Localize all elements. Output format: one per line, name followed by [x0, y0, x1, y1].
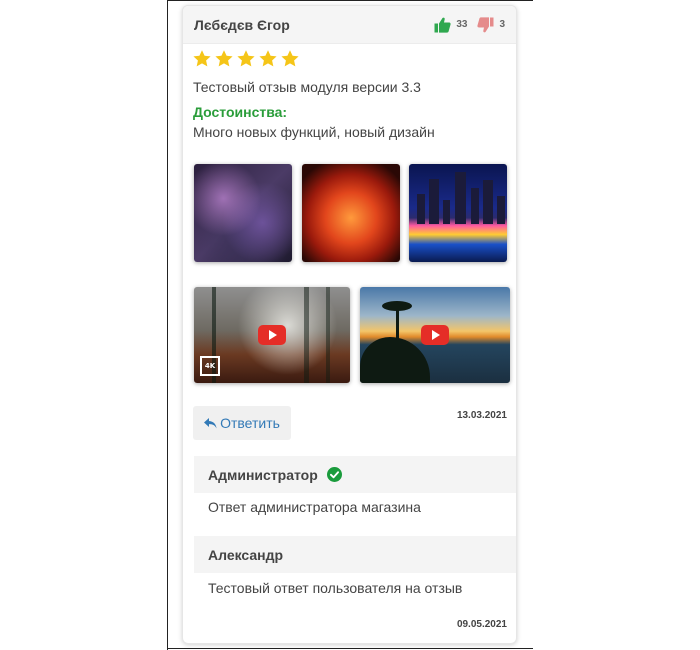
star-icon — [215, 50, 233, 67]
like-count: 33 — [456, 19, 468, 30]
photo-thumbnail-nebula[interactable] — [194, 164, 292, 262]
tree-trunk — [304, 287, 309, 383]
star-icon — [281, 50, 299, 67]
reply-label: Ответить — [220, 415, 280, 431]
review-header: Лєбєдєв Єгор 33 3 — [183, 6, 516, 44]
star-icon — [237, 50, 255, 67]
answer-date: 09.05.2021 — [456, 619, 507, 630]
video-thumbnail-forest[interactable]: 4K — [194, 287, 350, 383]
like-button[interactable]: 33 — [434, 17, 467, 33]
thumbs-down-icon — [477, 16, 494, 32]
video-thumbnail-coast[interactable] — [360, 287, 510, 383]
tree-crown — [382, 301, 412, 311]
city-building — [429, 179, 439, 224]
pros-title: Достоинства: — [193, 104, 288, 120]
photo-thumbnail-sun[interactable] — [302, 164, 400, 262]
answer-author-header: Администратор — [194, 456, 516, 493]
city-building — [443, 200, 450, 224]
city-building — [497, 196, 505, 224]
review-card: Лєбєдєв Єгор 33 3 Тестовый отзыв модуля … — [182, 5, 517, 644]
frame-border-top — [167, 0, 533, 1]
reply-button[interactable]: Ответить — [193, 406, 291, 440]
dislike-button[interactable]: 3 — [477, 16, 505, 33]
review-text: Тестовый отзыв модуля версии 3.3 — [193, 79, 421, 95]
city-building — [483, 180, 493, 224]
answer-text: Тестовый ответ пользователя на отзыв — [208, 580, 463, 596]
star-icon — [193, 50, 211, 67]
city-building — [455, 172, 466, 224]
review-author: Лєбєдєв Єгор — [194, 16, 290, 33]
check-circle-icon — [326, 467, 342, 482]
youtube-play-icon[interactable] — [421, 325, 449, 345]
frame-border-bottom — [167, 648, 533, 649]
answer-author: Александр — [208, 546, 284, 563]
tree-trunk — [326, 287, 330, 383]
vote-controls: 33 3 — [434, 16, 505, 33]
rating-stars — [192, 49, 300, 69]
photo-thumbnail-city[interactable] — [409, 164, 507, 262]
dislike-count: 3 — [499, 19, 505, 30]
city-building — [471, 188, 479, 224]
cliff — [360, 337, 430, 383]
reply-icon — [204, 417, 217, 428]
star-icon — [259, 50, 277, 67]
4k-badge: 4K — [200, 356, 220, 376]
answer-author-header: Александр — [194, 536, 516, 573]
review-date: 13.03.2021 — [456, 410, 507, 421]
pros-text: Много новых функций, новый дизайн — [193, 124, 435, 140]
thumbs-up-icon — [434, 17, 451, 33]
frame-border-left — [167, 0, 168, 650]
answer-author: Администратор — [208, 466, 318, 483]
city-building — [417, 194, 425, 224]
answer-text: Ответ администратора магазина — [208, 499, 421, 515]
youtube-play-icon[interactable] — [258, 325, 286, 345]
